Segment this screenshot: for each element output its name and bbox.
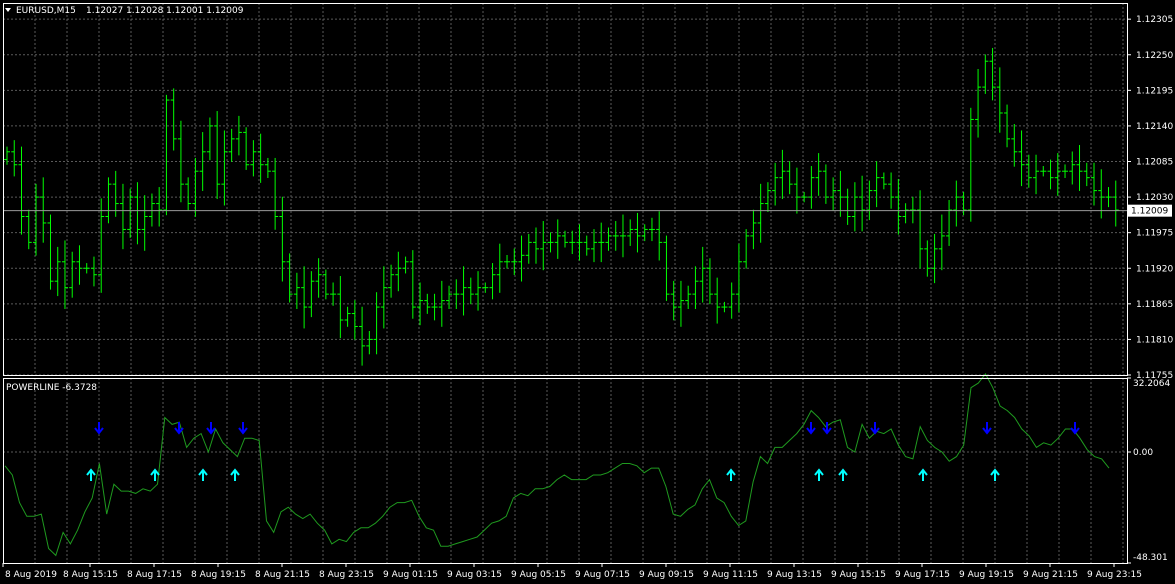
price-tick-label: 1.12305 <box>1136 15 1173 25</box>
time-tick-label: 8 Aug 19:15 <box>191 570 246 580</box>
price-tick-label: 1.11865 <box>1136 300 1173 310</box>
time-tick-label: 9 Aug 15:15 <box>831 570 886 580</box>
time-tick-label: 8 Aug 23:15 <box>319 570 374 580</box>
time-tick-label: 9 Aug 17:15 <box>895 570 950 580</box>
price-tick-label: 1.12030 <box>1136 193 1173 203</box>
time-tick-label: 9 Aug 19:15 <box>959 570 1014 580</box>
time-tick-label: 9 Aug 09:15 <box>639 570 694 580</box>
price-tick-label: 1.11810 <box>1136 335 1173 345</box>
time-tick-label: 8 Aug 2019 <box>5 570 57 580</box>
time-tick-label: 8 Aug 15:15 <box>63 570 118 580</box>
time-tick-label: 9 Aug 07:15 <box>575 570 630 580</box>
price-tick-label: 1.12085 <box>1136 158 1173 168</box>
symbol-label: EURUSD,M15 <box>16 6 76 16</box>
time-tick-label: 9 Aug 11:15 <box>703 570 758 580</box>
indicator-tick-label: 32.2064 <box>1133 379 1170 389</box>
indicator-tick-label: -48.301 <box>1133 553 1168 563</box>
time-tick-label: 9 Aug 03:15 <box>447 570 502 580</box>
trading-chart[interactable]: 1.12305 1.12250 1.12195 1.12140 1.12085 1.120… <box>0 0 1175 584</box>
time-tick-label: 9 Aug 05:15 <box>511 570 566 580</box>
time-tick-label: 9 Aug 23:15 <box>1087 570 1142 580</box>
time-tick-label: 9 Aug 21:15 <box>1023 570 1078 580</box>
indicator-label: POWERLINE -6.3728 <box>6 383 97 393</box>
price-tick-label: 1.11920 <box>1136 264 1173 274</box>
indicator-tick-label: 0.00 <box>1133 448 1153 458</box>
price-tick-label: 1.12195 <box>1136 86 1173 96</box>
current-price-label: 1.12009 <box>1131 207 1168 217</box>
time-tick-label: 8 Aug 21:15 <box>255 570 310 580</box>
time-tick-label: 9 Aug 13:15 <box>767 570 822 580</box>
price-tick-label: 1.12250 <box>1136 51 1173 61</box>
price-tick-label: 1.12140 <box>1136 122 1173 132</box>
price-tick-label: 1.11975 <box>1136 229 1173 239</box>
quote-values: 1.12027 1.12028 1.12001 1.12009 <box>86 6 244 16</box>
time-tick-label: 9 Aug 01:15 <box>383 570 438 580</box>
time-tick-label: 8 Aug 17:15 <box>127 570 182 580</box>
